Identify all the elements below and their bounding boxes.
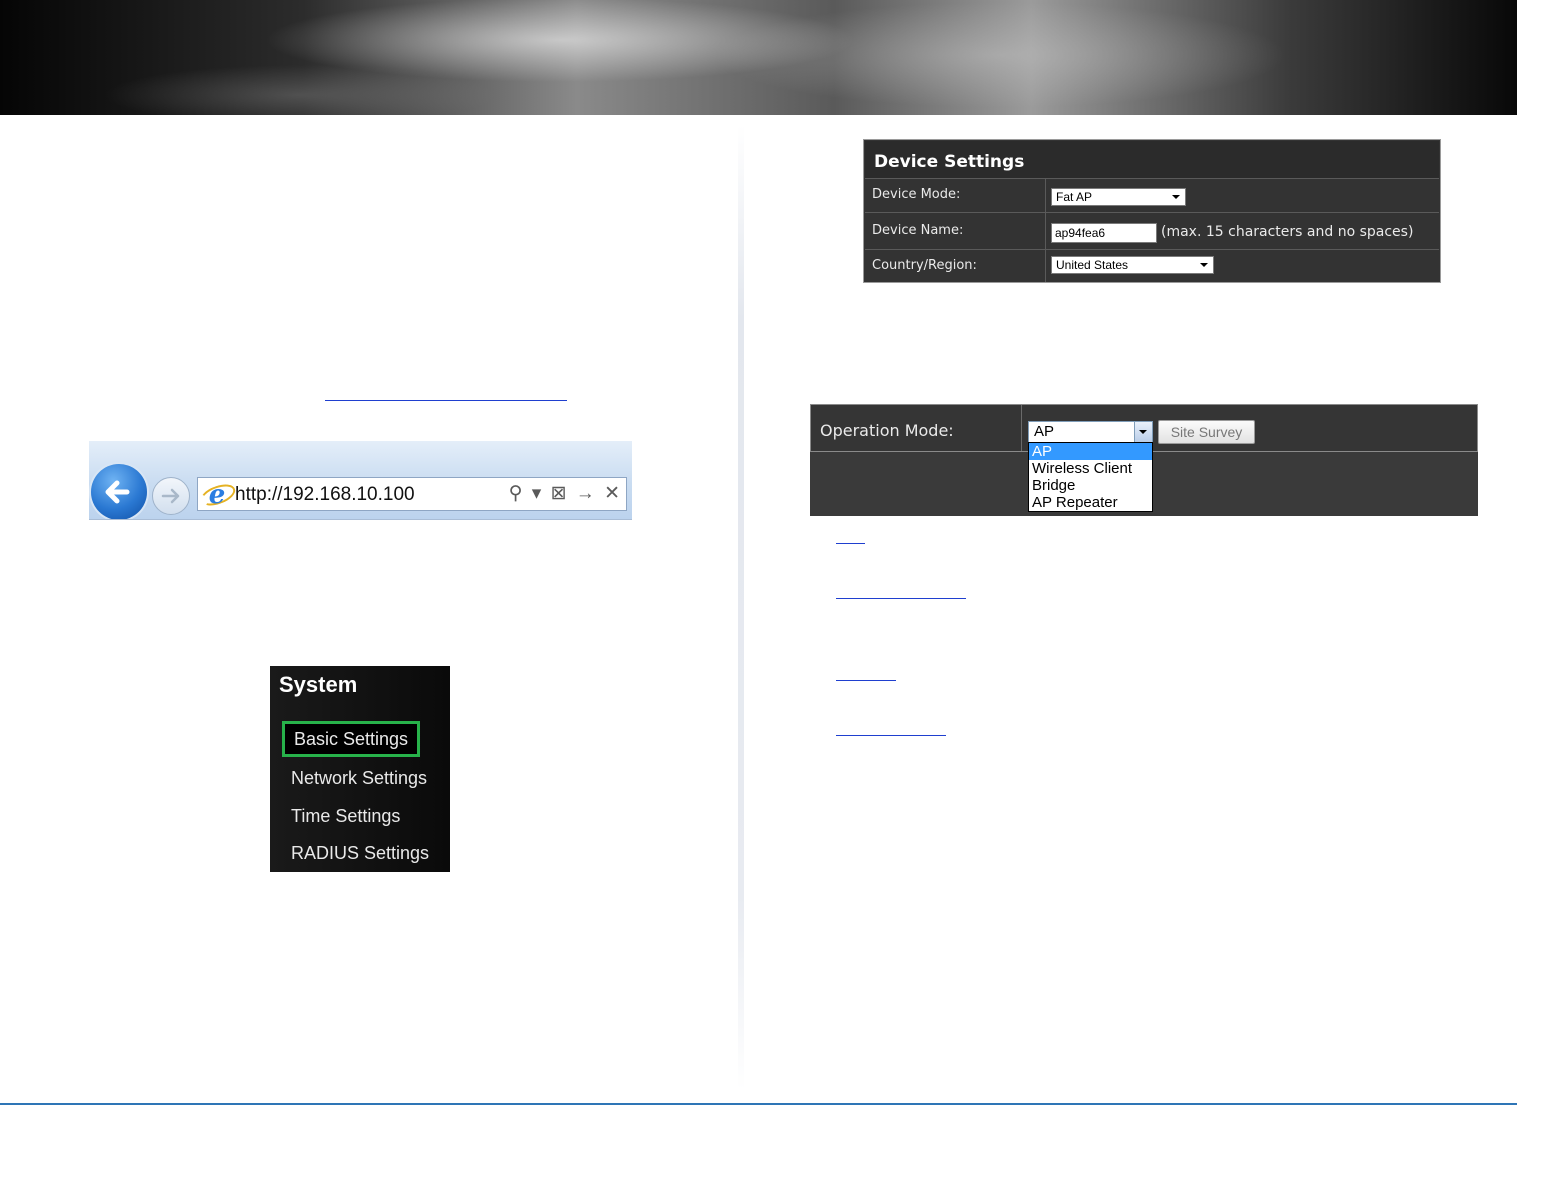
row-separator	[1045, 250, 1046, 282]
operation-mode-select[interactable]: AP	[1028, 421, 1153, 443]
forward-arrow-icon	[161, 488, 180, 504]
ie-logo-icon: e	[208, 480, 226, 510]
footer-rule	[0, 1103, 1517, 1105]
url-field[interactable]: e http://192.168.10.100 ⚲ ▾ ⊠ → ✕	[197, 477, 627, 511]
menu-item-radius-settings[interactable]: RADIUS Settings	[291, 842, 429, 864]
option-wireless-client[interactable]: Wireless Client	[1029, 460, 1152, 477]
device-name-label: Device Name:	[872, 223, 964, 238]
system-menu-title: System	[279, 672, 358, 697]
option-bridge[interactable]: Bridge	[1029, 477, 1152, 494]
device-name-row: Device Name: ap94fea6 (max. 15 character…	[865, 213, 1439, 250]
stop-icon[interactable]: ✕	[604, 481, 620, 507]
device-settings-header: Device Settings	[865, 141, 1439, 179]
address-link-underline[interactable]	[325, 400, 567, 401]
menu-item-time-settings[interactable]: Time Settings	[291, 805, 400, 827]
country-row: Country/Region: United States	[865, 250, 1439, 282]
back-button[interactable]	[91, 464, 147, 519]
row-separator	[1045, 179, 1046, 212]
device-mode-label: Device Mode:	[872, 187, 961, 202]
device-mode-value: Fat AP	[1056, 190, 1093, 204]
compat-view-icon[interactable]: ⊠	[551, 481, 567, 507]
dropdown-icon[interactable]: ▾	[532, 481, 542, 507]
ap-repeater-link-underline[interactable]	[836, 735, 946, 736]
header-banner	[0, 0, 1517, 115]
search-icon[interactable]: ⚲	[509, 481, 523, 507]
browser-address-bar: e http://192.168.10.100 ⚲ ▾ ⊠ → ✕	[89, 441, 632, 520]
url-text: http://192.168.10.100	[235, 484, 415, 505]
column-divider	[738, 125, 744, 1090]
ap-link-underline[interactable]	[836, 543, 865, 544]
menu-item-network-settings[interactable]: Network Settings	[291, 767, 427, 789]
operation-mode-label: Operation Mode:	[820, 421, 954, 440]
device-settings-panel: Device Settings Device Mode: Fat AP Devi…	[863, 139, 1441, 283]
country-label: Country/Region:	[872, 258, 977, 273]
device-mode-select[interactable]: Fat AP	[1051, 188, 1186, 206]
device-name-input[interactable]: ap94fea6	[1051, 223, 1157, 243]
row-separator	[1045, 213, 1046, 249]
dropdown-button[interactable]	[1134, 422, 1152, 442]
device-name-value: ap94fea6	[1055, 226, 1106, 240]
bridge-link-underline[interactable]	[836, 680, 896, 681]
back-arrow-icon	[105, 480, 130, 504]
menu-item-basic-settings[interactable]: Basic Settings	[282, 721, 421, 757]
option-ap-repeater[interactable]: AP Repeater	[1029, 494, 1152, 511]
system-menu: System Basic Settings Network Settings T…	[270, 666, 450, 872]
country-value: United States	[1056, 258, 1129, 272]
chevron-down-icon	[1200, 263, 1208, 267]
country-select[interactable]: United States	[1051, 256, 1214, 274]
forward-button[interactable]	[152, 477, 190, 515]
operation-mode-dropdown-list: AP Wireless Client Bridge AP Repeater	[1028, 442, 1153, 512]
site-survey-button[interactable]: Site Survey	[1158, 420, 1255, 444]
chevron-down-icon	[1139, 430, 1147, 434]
go-icon[interactable]: →	[576, 481, 595, 507]
row-separator	[1021, 405, 1022, 451]
address-tools: ⚲ ▾ ⊠ → ✕	[505, 481, 620, 507]
device-name-hint: (max. 15 characters and no spaces)	[1161, 224, 1414, 240]
device-settings-title: Device Settings	[874, 152, 1025, 172]
chevron-down-icon	[1172, 195, 1180, 199]
device-mode-row: Device Mode: Fat AP	[865, 179, 1439, 213]
operation-mode-value: AP	[1034, 423, 1055, 440]
wireless-client-link-underline[interactable]	[836, 598, 966, 599]
option-ap[interactable]: AP	[1029, 443, 1152, 460]
